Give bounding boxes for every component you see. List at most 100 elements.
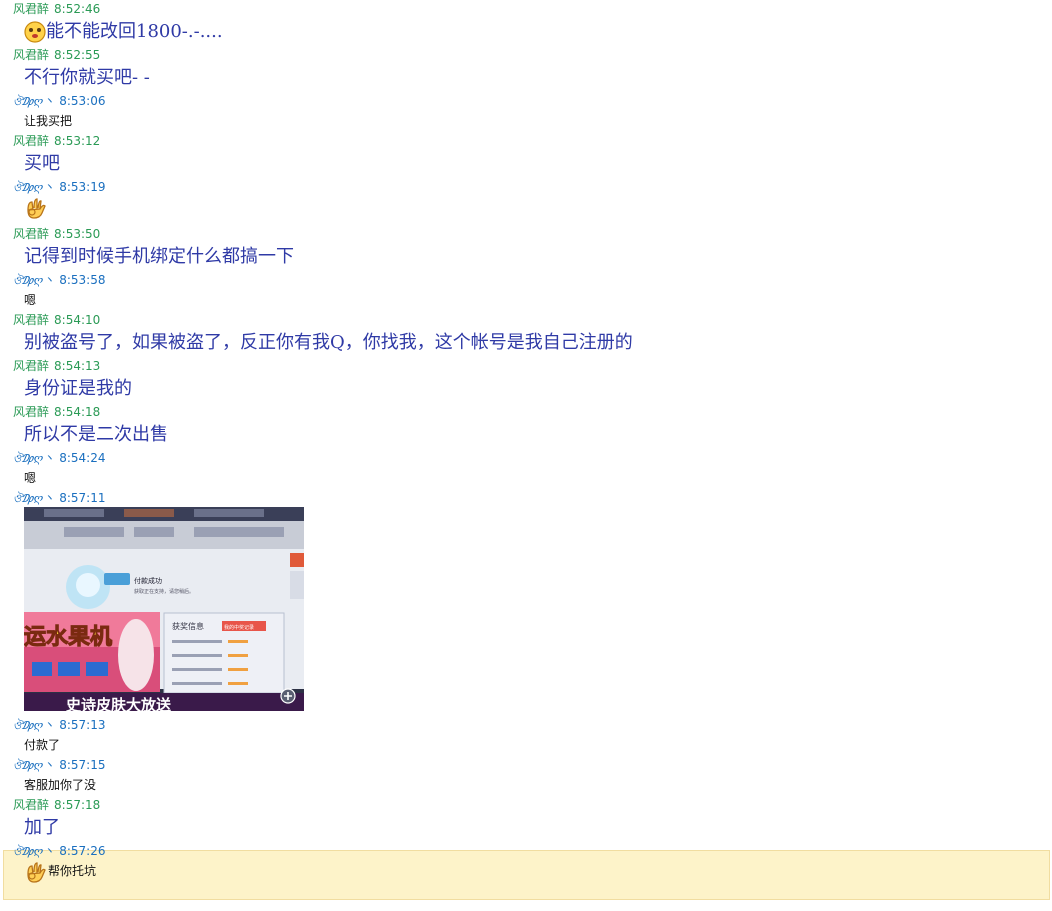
message-time: 8:57:13 (59, 718, 106, 732)
message-text: 付款了 (0, 734, 1052, 756)
sender-name[interactable]: ঔ₯ღ丶 (13, 717, 54, 735)
chat-message: ঔ₯ღ丶 8:53:58 嗯 (0, 271, 1052, 311)
chat-message: ঔ₯ღ丶 8:57:13 付款了 (0, 716, 1052, 756)
message-text: 能不能改回1800-.-.... (0, 18, 1052, 46)
message-header: 风君醉 8:57:18 (0, 796, 1052, 814)
message-time: 8:54:24 (59, 451, 106, 465)
message-time: 8:52:55 (54, 48, 101, 62)
message-time: 8:57:15 (59, 758, 106, 772)
message-header: 风君醉 8:54:18 (0, 403, 1052, 421)
message-content: 能不能改回1800-.-.... (46, 21, 223, 42)
message-content: 身份证是我的 (24, 378, 132, 399)
message-text: 别被盗号了，如果被盗了，反正你有我Q，你找我，这个帐号是我自己注册的 (0, 329, 1052, 357)
message-header: ঔ₯ღ丶 8:53:06 (0, 92, 1052, 110)
message-time: 8:53:19 (59, 180, 106, 194)
chat-message: ঔ₯ღ丶 8:53:06 让我买把 (0, 92, 1052, 132)
message-header: ঔ₯ღ丶 8:53:19 (0, 178, 1052, 196)
message-image: 付款成功 获取正在支持，请您稍后。 运水果机 获奖信息 我的中奖记录 史诗皮肤大… (0, 507, 1052, 716)
message-header: ঔ₯ღ丶 8:54:24 (0, 449, 1052, 467)
chat-message: 风君醉 8:54:10 别被盗号了，如果被盗了，反正你有我Q，你找我，这个帐号是我自… (0, 311, 1052, 357)
chat-message: ঔ₯ღ丶 8:54:24 嗯 (0, 449, 1052, 489)
shared-screenshot-image[interactable]: 付款成功 获取正在支持，请您稍后。 运水果机 获奖信息 我的中奖记录 史诗皮肤大… (24, 507, 304, 711)
chat-message: 风君醉 8:52:55 不行你就买吧- - (0, 46, 1052, 92)
message-header: 风君醉 8:54:10 (0, 311, 1052, 329)
message-text: 让我买把 (0, 110, 1052, 132)
chat-message: ঔ₯ღ丶 8:57:15 客服加你了没 (0, 756, 1052, 796)
photo-game-banner: 运水果机 (24, 625, 112, 650)
sender-name[interactable]: ঔ₯ღ丶 (13, 272, 54, 290)
sender-name[interactable]: 风君醉 (13, 796, 49, 814)
photo-success-title: 付款成功 (134, 576, 162, 585)
message-header: ঔ₯ღ丶 8:57:15 (0, 756, 1052, 774)
message-content: 付款了 (24, 738, 61, 752)
message-text: 记得到时候手机绑定什么都搞一下 (0, 243, 1052, 271)
photo-panel-title: 获奖信息 (172, 621, 204, 631)
sender-name[interactable]: 风君醉 (13, 0, 49, 18)
message-text: 客服加你了没 (0, 774, 1052, 796)
photo-panel-button: 我的中奖记录 (224, 624, 254, 631)
message-time: 8:57:11 (59, 491, 106, 505)
message-text: 身份证是我的 (0, 375, 1052, 403)
message-text: 加了 (0, 814, 1052, 842)
sender-name[interactable]: ঔ₯ღ丶 (13, 843, 54, 861)
sender-name[interactable]: 风君醉 (13, 46, 49, 64)
message-header: 风君醉 8:52:46 (0, 0, 1052, 18)
message-time: 8:52:46 (54, 2, 101, 16)
message-time: 8:54:10 (54, 313, 101, 327)
message-time: 8:54:13 (54, 359, 101, 373)
message-content: 让我买把 (24, 114, 73, 128)
sender-name[interactable]: 风君醉 (13, 132, 49, 150)
message-header: ঔ₯ღ丶 8:57:13 (0, 716, 1052, 734)
message-content: 记得到时候手机绑定什么都搞一下 (24, 246, 294, 267)
message-content: 嗯 (24, 471, 37, 485)
message-content: 客服加你了没 (24, 778, 97, 792)
sender-name[interactable]: ঔ₯ღ丶 (13, 490, 54, 508)
message-content: 加了 (24, 817, 60, 838)
chat-message: 风君醉 8:54:18 所以不是二次出售 (0, 403, 1052, 449)
message-content: 别被盗号了，如果被盗了，反正你有我Q，你找我，这个帐号是我自己注册的 (24, 332, 633, 353)
message-header: 风君醉 8:54:13 (0, 357, 1052, 375)
message-header: ঔ₯ღ丶 8:53:58 (0, 271, 1052, 289)
chat-message: ঔ₯ღ丶 8:57:26 帮你托坑 (0, 842, 1052, 883)
message-time: 8:53:06 (59, 94, 106, 108)
message-text: 嗯 (0, 289, 1052, 311)
sender-name[interactable]: 风君醉 (13, 225, 49, 243)
sender-name[interactable]: 风君醉 (13, 403, 49, 421)
message-header: ঔ₯ღ丶 8:57:11 (0, 489, 1052, 507)
message-text: 不行你就买吧- - (0, 64, 1052, 92)
message-content: 所以不是二次出售 (24, 424, 168, 445)
message-content: 帮你托坑 (48, 864, 97, 879)
chat-message: 风君醉 8:52:46 能不能改回1800-.-.... (0, 0, 1052, 46)
sender-name[interactable]: 风君醉 (13, 311, 49, 329)
sender-name[interactable]: ঔ₯ღ丶 (13, 93, 54, 111)
chat-log: 风君醉 8:52:46 能不能改回1800-.-.... 风君醉 8:52:55 不行你就… (0, 0, 1052, 900)
sender-name[interactable]: ঔ₯ღ丶 (13, 450, 54, 468)
chat-message: 风君醉 8:57:18 加了 (0, 796, 1052, 842)
sender-name[interactable]: ঔ₯ღ丶 (13, 179, 54, 197)
message-content: 买吧 (24, 153, 60, 174)
message-header: 风君醉 8:52:55 (0, 46, 1052, 64)
message-text (0, 196, 1052, 225)
message-header: 风君醉 8:53:50 (0, 225, 1052, 243)
message-time: 8:53:12 (54, 134, 101, 148)
chat-message: 风君醉 8:53:12 买吧 (0, 132, 1052, 178)
message-text: 帮你托坑 (0, 860, 1052, 883)
sender-name[interactable]: ঔ₯ღ丶 (13, 757, 54, 775)
message-header: ঔ₯ღ丶 8:57:26 (0, 842, 1052, 860)
message-text: 嗯 (0, 467, 1052, 489)
photo-success-subtitle: 获取正在支持，请您稍后。 (134, 588, 194, 595)
message-content: 不行你就买吧- - (24, 67, 150, 88)
chat-message: ঔ₯ღ丶 8:53:19 (0, 178, 1052, 225)
message-time: 8:54:18 (54, 405, 101, 419)
message-text: 所以不是二次出售 (0, 421, 1052, 449)
message-time: 8:57:26 (59, 844, 106, 858)
message-header: 风君醉 8:53:12 (0, 132, 1052, 150)
chat-message: 风君醉 8:54:13 身份证是我的 (0, 357, 1052, 403)
message-time: 8:53:58 (59, 273, 106, 287)
message-time: 8:57:18 (54, 798, 101, 812)
smiley-face-icon (24, 21, 46, 43)
message-content: 嗯 (24, 293, 37, 307)
chat-message: 风君醉 8:53:50 记得到时候手机绑定什么都搞一下 (0, 225, 1052, 271)
sender-name[interactable]: 风君醉 (13, 357, 49, 375)
message-text: 买吧 (0, 150, 1052, 178)
